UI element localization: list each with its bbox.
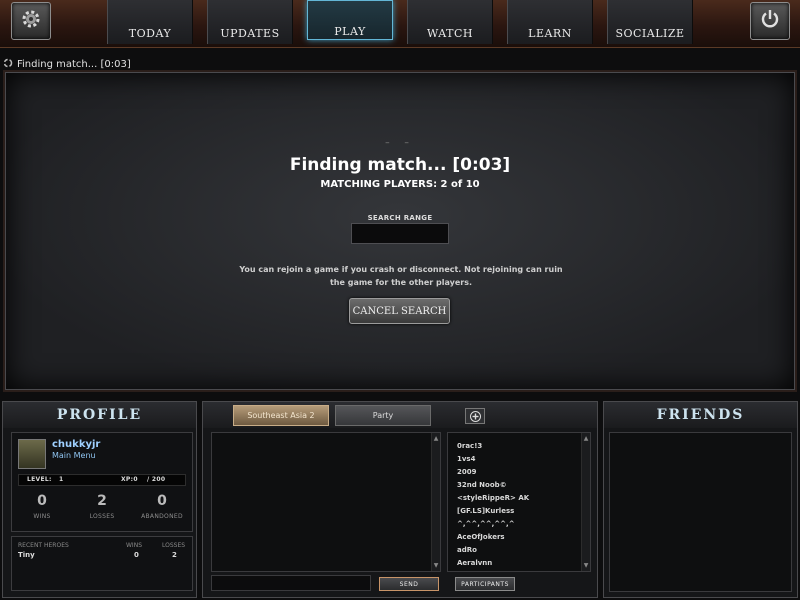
profile-name[interactable]: chukkyjr xyxy=(52,439,100,450)
list-item[interactable]: 32nd Noob© xyxy=(457,481,507,489)
scroll-up-icon[interactable]: ▲ xyxy=(433,435,439,442)
stat-value: 0 xyxy=(157,493,167,509)
recent-heroes: RECENT HEROES WINS LOSSES Tiny 0 2 xyxy=(11,536,193,591)
participants-button[interactable]: PARTICIPANTS xyxy=(455,577,515,591)
scroll-up-icon[interactable]: ▲ xyxy=(583,435,589,442)
stat-abandoned: 0 ABANDONED xyxy=(134,493,190,520)
hero-wins: 0 xyxy=(134,551,139,559)
tab-label: UPDATES xyxy=(220,27,280,40)
friends-panel: FRIENDS xyxy=(603,401,798,598)
rejoin-note: You can rejoin a game if you crash or di… xyxy=(239,265,563,287)
chat-messages: ▲ ▼ xyxy=(211,432,441,572)
tab-today[interactable]: TODAY xyxy=(107,0,193,44)
losses-header: LOSSES xyxy=(162,542,186,549)
profile-header: PROFILE xyxy=(3,402,196,428)
avatar[interactable] xyxy=(18,439,46,469)
chat-tabs-bar: Southeast Asia 2 Party xyxy=(203,402,597,428)
chat-tab-label: Southeast Asia 2 xyxy=(247,411,315,420)
stat-losses: 2 LOSSES xyxy=(74,493,130,520)
stat-label: WINS xyxy=(33,513,51,520)
scroll-down-icon[interactable]: ▼ xyxy=(433,562,439,569)
level-value: 1 xyxy=(59,476,64,483)
hero-name[interactable]: Tiny xyxy=(18,551,35,559)
chat-tab-southeast-asia[interactable]: Southeast Asia 2 xyxy=(233,405,329,426)
tab-updates[interactable]: UPDATES xyxy=(207,0,293,44)
cancel-search-button[interactable]: CANCEL SEARCH xyxy=(349,298,450,324)
list-item[interactable]: [GF.LS]Kurless xyxy=(457,507,514,515)
tab-play[interactable]: PLAY xyxy=(307,0,393,40)
send-button[interactable]: SEND xyxy=(379,577,439,591)
participants-list: 0rac!3 1vs4 2009 32nd Noob© <styleRippeR… xyxy=(447,432,591,572)
chat-panel: Southeast Asia 2 Party ▲ ▼ 0rac!3 1vs4 2… xyxy=(202,401,598,598)
search-range-box xyxy=(351,223,449,244)
stat-wins: 0 WINS xyxy=(14,493,70,520)
recent-heroes-header: RECENT HEROES xyxy=(18,542,69,549)
xp-label: XP:0 xyxy=(121,476,138,483)
matching-players: MATCHING PLAYERS: 2 of 10 xyxy=(320,179,480,190)
tab-learn[interactable]: LEARN xyxy=(507,0,593,44)
matchmaking-panel: – – Finding match... [0:03] MATCHING PLA… xyxy=(3,70,797,392)
participants-scrollbar[interactable]: ▲ ▼ xyxy=(581,433,590,571)
gear-icon xyxy=(19,7,43,35)
power-icon xyxy=(759,8,781,34)
match-title: Finding match... [0:03] xyxy=(289,155,511,175)
hero-losses: 2 xyxy=(172,551,177,559)
tab-label: PLAY xyxy=(334,25,366,38)
chat-input[interactable] xyxy=(211,575,371,591)
status-text: Finding match... [0:03] xyxy=(17,58,131,70)
list-item[interactable]: Aeralvnn xyxy=(457,559,492,567)
search-range-label: SEARCH RANGE xyxy=(367,214,433,222)
tab-label: SOCIALIZE xyxy=(615,27,685,40)
loading-indicator: – – xyxy=(385,138,415,148)
spinner-icon xyxy=(3,58,13,71)
level-label: LEVEL: xyxy=(27,476,52,483)
list-item[interactable]: ^,^^,^^,^^,^ xyxy=(457,520,515,528)
list-item[interactable]: 0rac!3 xyxy=(457,442,482,450)
list-item[interactable]: <styleRippeR> AK xyxy=(457,494,529,502)
status-line: Finding match... [0:03] xyxy=(0,57,800,71)
profile-card: chukkyjr Main Menu LEVEL: 1 XP:0 / 200 0… xyxy=(11,432,193,532)
tab-watch[interactable]: WATCH xyxy=(407,0,493,44)
tab-socialize[interactable]: SOCIALIZE xyxy=(607,0,693,44)
list-item[interactable]: AceOfJokers xyxy=(457,533,505,541)
friends-header: FRIENDS xyxy=(604,402,797,428)
tab-label: WATCH xyxy=(427,27,473,40)
scroll-down-icon[interactable]: ▼ xyxy=(583,562,589,569)
list-item[interactable]: 2009 xyxy=(457,468,476,476)
friends-list xyxy=(609,432,792,592)
chat-scrollbar[interactable]: ▲ ▼ xyxy=(431,433,440,571)
list-item[interactable]: 1vs4 xyxy=(457,455,475,463)
add-channel-button[interactable] xyxy=(465,408,485,424)
list-item[interactable]: adRo xyxy=(457,546,477,554)
stat-value: 0 xyxy=(37,493,47,509)
level-bar: LEVEL: 1 XP:0 / 200 xyxy=(18,474,186,486)
stat-label: ABANDONED xyxy=(141,513,183,520)
chat-tab-party[interactable]: Party xyxy=(335,405,431,426)
settings-button[interactable] xyxy=(11,2,51,40)
top-navigation-bar: TODAY UPDATES PLAY WATCH LEARN SOCIALIZE xyxy=(0,0,800,48)
wins-header: WINS xyxy=(126,542,142,549)
chat-tab-label: Party xyxy=(372,411,394,420)
tab-label: TODAY xyxy=(128,27,172,40)
profile-status: Main Menu xyxy=(52,451,96,460)
stat-value: 2 xyxy=(97,493,107,509)
xp-total: / 200 xyxy=(147,476,166,483)
stat-label: LOSSES xyxy=(89,513,115,520)
tab-label: LEARN xyxy=(528,27,572,40)
profile-panel: PROFILE chukkyjr Main Menu LEVEL: 1 XP:0… xyxy=(2,401,197,598)
plus-icon xyxy=(469,407,481,426)
power-button[interactable] xyxy=(750,2,790,40)
